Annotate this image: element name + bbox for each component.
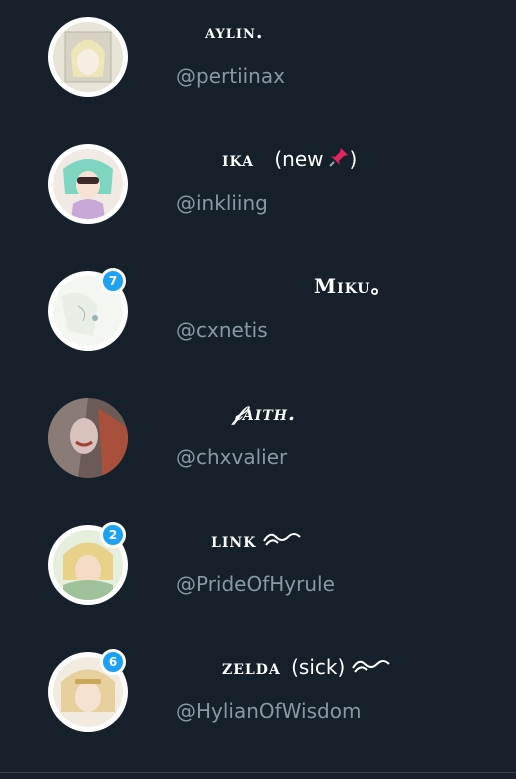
avatar-image — [53, 149, 123, 219]
list-item[interactable]: 6 zelda (sick) @HylianOfWisdom — [0, 649, 516, 779]
avatar[interactable]: 6 — [48, 649, 128, 732]
display-name: link — [211, 525, 302, 555]
avatar[interactable] — [48, 17, 128, 97]
user-handle: @cxnetis — [176, 318, 268, 342]
user-handle: @chxvalier — [176, 445, 288, 469]
user-handle: @pertiinax — [176, 64, 285, 88]
pushpin-icon — [328, 146, 350, 176]
display-name: zelda (sick) — [222, 652, 391, 682]
avatar[interactable]: 7 — [48, 268, 128, 351]
avatar[interactable] — [48, 144, 128, 224]
user-handle: @HylianOfWisdom — [176, 699, 362, 723]
divider — [0, 772, 516, 773]
notification-badge: 7 — [100, 268, 126, 294]
contact-list: aylin. @pertiinax ika (new) @inkliing 7 … — [0, 0, 516, 776]
avatar-image — [48, 398, 128, 478]
user-handle: @PrideOfHyrule — [176, 572, 335, 596]
avatar[interactable]: 2 — [48, 522, 128, 605]
list-item[interactable]: 2 link @PrideOfHyrule — [0, 522, 516, 652]
list-item[interactable]: 𝒻aith. @chxvalier — [0, 398, 516, 525]
list-item[interactable]: 7 Miku。 @cxnetis — [0, 268, 516, 398]
wave-icon — [262, 527, 302, 557]
list-item[interactable]: ika (new) @inkliing — [0, 144, 516, 271]
display-name: 𝒻aith. — [233, 401, 296, 425]
display-name: Miku。 — [314, 274, 392, 298]
notification-badge: 6 — [100, 649, 126, 675]
notification-badge: 2 — [100, 522, 126, 548]
list-item[interactable]: aylin. @pertiinax — [0, 17, 516, 144]
wave-icon — [351, 654, 391, 684]
display-name: ika (new) — [222, 144, 357, 174]
avatar-image — [53, 22, 123, 92]
display-name: aylin. — [205, 21, 264, 43]
user-handle: @inkliing — [176, 191, 268, 215]
avatar[interactable] — [48, 398, 128, 478]
